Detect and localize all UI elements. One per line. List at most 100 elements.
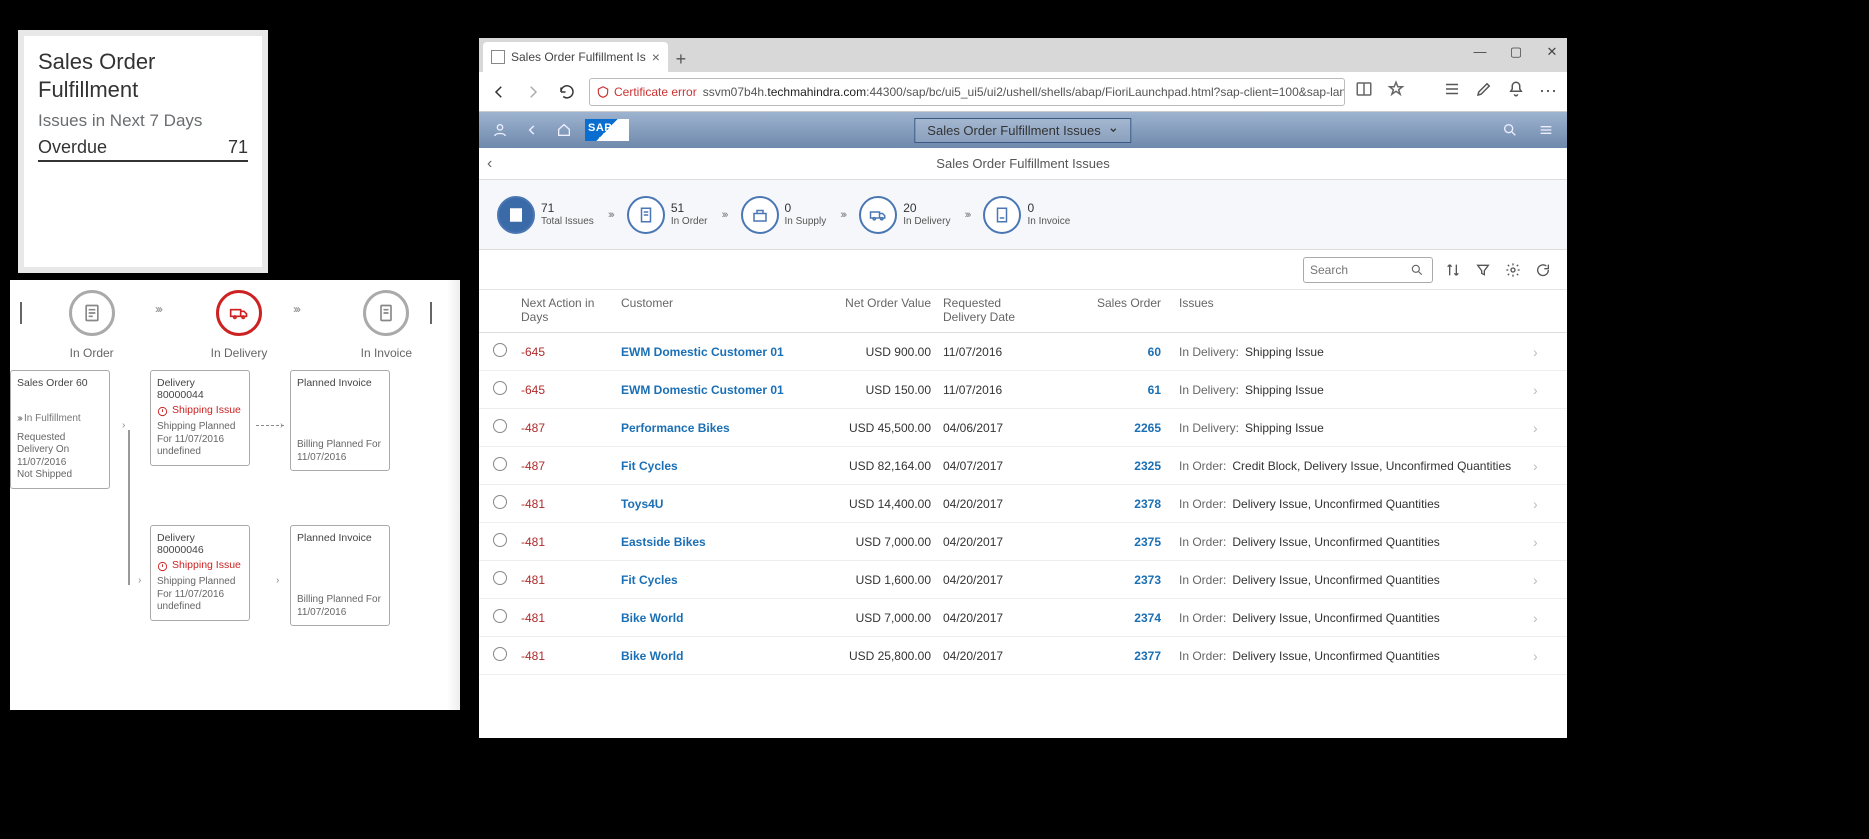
cell-sales-order[interactable]: 2265 xyxy=(1041,421,1161,435)
table-row[interactable]: -645EWM Domestic Customer 01USD 900.0011… xyxy=(479,333,1567,371)
card-invoice-2[interactable]: Planned Invoice Billing Planned For 11/0… xyxy=(290,525,390,626)
table-row[interactable]: -481Bike WorldUSD 7,000.0004/20/20172374… xyxy=(479,599,1567,637)
row-nav-icon[interactable]: › xyxy=(1533,610,1553,626)
notifications-icon[interactable] xyxy=(1507,80,1525,103)
cell-value: USD 1,600.00 xyxy=(821,573,931,587)
cell-sales-order[interactable]: 2378 xyxy=(1041,497,1161,511)
cell-sales-order[interactable]: 60 xyxy=(1041,345,1161,359)
sort-icon[interactable] xyxy=(1443,260,1463,280)
shell-back-icon[interactable] xyxy=(521,119,543,141)
cell-sales-order[interactable]: 2377 xyxy=(1041,649,1161,663)
shell-app-dropdown[interactable]: Sales Order Fulfillment Issues xyxy=(914,118,1131,143)
card-sales-order[interactable]: Sales Order 60 ›››In Fulfillment Request… xyxy=(10,370,110,489)
lane-in-delivery[interactable]: In Delivery xyxy=(185,290,292,360)
card-delivery-1[interactable]: Delivery80000044 Shipping Issue Shipping… xyxy=(150,370,250,466)
col-customer[interactable]: Customer xyxy=(621,296,821,324)
nav-refresh-button[interactable] xyxy=(555,80,579,104)
cell-sales-order[interactable]: 2325 xyxy=(1041,459,1161,473)
row-nav-icon[interactable]: › xyxy=(1533,382,1553,398)
nav-back-button[interactable] xyxy=(487,80,511,104)
reading-view-icon[interactable] xyxy=(1355,80,1373,103)
new-tab-button[interactable]: + xyxy=(668,46,694,72)
nav-forward-button[interactable] xyxy=(521,80,545,104)
cell-customer[interactable]: EWM Domestic Customer 01 xyxy=(621,345,821,359)
cell-customer[interactable]: Fit Cycles xyxy=(621,573,821,587)
pf-in-supply[interactable]: 0In Supply xyxy=(741,196,827,234)
refresh-icon[interactable] xyxy=(1533,260,1553,280)
table-row[interactable]: -645EWM Domestic Customer 01USD 150.0011… xyxy=(479,371,1567,409)
window-close-icon[interactable]: ✕ xyxy=(1543,44,1561,60)
row-nav-icon[interactable]: › xyxy=(1533,458,1553,474)
table-row[interactable]: -487Fit CyclesUSD 82,164.0004/07/2017232… xyxy=(479,447,1567,485)
row-nav-icon[interactable]: › xyxy=(1533,496,1553,512)
row-nav-icon[interactable]: › xyxy=(1533,572,1553,588)
table-row[interactable]: -481Eastside BikesUSD 7,000.0004/20/2017… xyxy=(479,523,1567,561)
notes-icon[interactable] xyxy=(1475,80,1493,103)
pf-in-invoice[interactable]: 0In Invoice xyxy=(983,196,1070,234)
list-icon[interactable] xyxy=(1535,119,1557,141)
window-maximize-icon[interactable]: ▢ xyxy=(1507,44,1525,60)
hub-icon[interactable] xyxy=(1443,80,1461,103)
cell-customer[interactable]: Performance Bikes xyxy=(621,421,821,435)
row-nav-icon[interactable]: › xyxy=(1533,420,1553,436)
page-back-icon[interactable]: ‹ xyxy=(487,155,492,173)
lane-in-order[interactable]: In Order xyxy=(38,290,145,360)
cell-sales-order[interactable]: 2375 xyxy=(1041,535,1161,549)
cell-customer[interactable]: Bike World xyxy=(621,611,821,625)
col-days[interactable]: Next Action in Days xyxy=(521,296,621,324)
window-minimize-icon[interactable]: — xyxy=(1471,44,1489,60)
tab-close-icon[interactable]: × xyxy=(652,49,660,65)
cell-customer[interactable]: Toys4U xyxy=(621,497,821,511)
row-radio[interactable] xyxy=(493,609,507,623)
row-radio[interactable] xyxy=(493,419,507,433)
search-icon[interactable] xyxy=(1499,119,1521,141)
table-row[interactable]: -481Bike WorldUSD 25,800.0004/20/2017237… xyxy=(479,637,1567,675)
row-radio[interactable] xyxy=(493,457,507,471)
card-delivery-2[interactable]: Delivery80000046 Shipping Issue Shipping… xyxy=(150,525,250,621)
search-input[interactable] xyxy=(1303,257,1433,283)
cell-issues: In Delivery:Shipping Issue xyxy=(1161,345,1533,359)
row-radio[interactable] xyxy=(493,343,507,357)
pf-in-order[interactable]: 51In Order xyxy=(627,196,708,234)
certificate-error[interactable]: Certificate error xyxy=(596,85,697,99)
cell-days: -481 xyxy=(521,573,621,587)
cell-sales-order[interactable]: 61 xyxy=(1041,383,1161,397)
row-radio[interactable] xyxy=(493,533,507,547)
row-radio[interactable] xyxy=(493,381,507,395)
cell-customer[interactable]: Fit Cycles xyxy=(621,459,821,473)
filter-icon[interactable] xyxy=(1473,260,1493,280)
row-nav-icon[interactable]: › xyxy=(1533,344,1553,360)
row-radio[interactable] xyxy=(493,571,507,585)
col-date[interactable]: Requested Delivery Date xyxy=(931,296,1041,324)
col-value[interactable]: Net Order Value xyxy=(821,296,931,324)
col-sales-order[interactable]: Sales Order xyxy=(1041,296,1161,324)
table-row[interactable]: -481Toys4UUSD 14,400.0004/20/20172378In … xyxy=(479,485,1567,523)
favorite-icon[interactable] xyxy=(1387,80,1405,103)
card-invoice-1[interactable]: Planned Invoice Billing Planned For 11/0… xyxy=(290,370,390,471)
pf-total-issues[interactable]: 71Total Issues xyxy=(497,196,594,234)
url-field[interactable]: Certificate error ssvm07b4h.techmahindra… xyxy=(589,78,1345,106)
cell-customer[interactable]: Bike World xyxy=(621,649,821,663)
more-icon[interactable]: ⋯ xyxy=(1539,81,1559,102)
cell-sales-order[interactable]: 2374 xyxy=(1041,611,1161,625)
pf-in-delivery[interactable]: 20In Delivery xyxy=(859,196,950,234)
kpi-tile[interactable]: Sales Order Fulfillment Issues in Next 7… xyxy=(18,30,268,273)
cell-customer[interactable]: EWM Domestic Customer 01 xyxy=(621,383,821,397)
cell-sales-order[interactable]: 2373 xyxy=(1041,573,1161,587)
cell-date: 04/20/2017 xyxy=(931,649,1041,663)
cell-date: 04/20/2017 xyxy=(931,573,1041,587)
col-issues[interactable]: Issues xyxy=(1161,296,1533,324)
tab-favicon-icon xyxy=(491,50,505,64)
home-icon[interactable] xyxy=(553,119,575,141)
table-row[interactable]: -481Fit CyclesUSD 1,600.0004/20/20172373… xyxy=(479,561,1567,599)
user-icon[interactable] xyxy=(489,119,511,141)
lane-in-invoice[interactable]: In Invoice xyxy=(333,290,440,360)
cell-customer[interactable]: Eastside Bikes xyxy=(621,535,821,549)
settings-icon[interactable] xyxy=(1503,260,1523,280)
row-radio[interactable] xyxy=(493,647,507,661)
row-nav-icon[interactable]: › xyxy=(1533,648,1553,664)
row-nav-icon[interactable]: › xyxy=(1533,534,1553,550)
browser-tab[interactable]: Sales Order Fulfillment Is × xyxy=(483,42,668,72)
row-radio[interactable] xyxy=(493,495,507,509)
table-row[interactable]: -487Performance BikesUSD 45,500.0004/06/… xyxy=(479,409,1567,447)
